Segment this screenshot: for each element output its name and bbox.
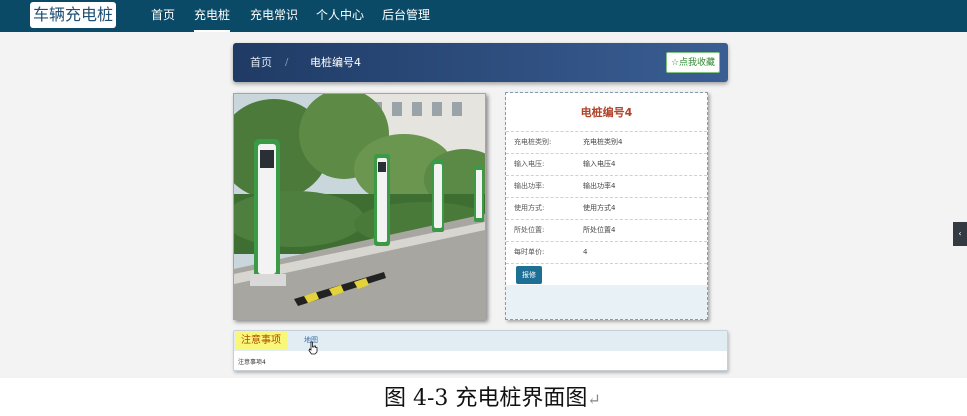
detail-value: 输入电压4 — [583, 160, 616, 168]
detail-row-hourly-price: 每时单价: 4 — [506, 241, 707, 263]
favorite-button[interactable]: ☆点我收藏 — [666, 52, 720, 73]
caption-return-mark: ↵ — [587, 390, 601, 409]
detail-header: 电桩编号4 — [506, 93, 707, 131]
detail-row-output-power: 输出功率: 输出功率4 — [506, 175, 707, 197]
nav-item-charging-tips[interactable]: 充电常识 — [250, 0, 298, 32]
site-logo[interactable]: 车辆充电桩 — [30, 2, 116, 28]
notice-panel: 注意事项 地图 注意事项4 — [233, 330, 728, 371]
detail-value: 充电桩类别4 — [583, 138, 623, 146]
notice-content: 注意事项4 — [238, 359, 266, 366]
detail-actions: 报修 — [506, 263, 707, 285]
hand-cursor-icon — [308, 341, 318, 355]
detail-row-location: 所处位置: 所处位置4 — [506, 219, 707, 241]
nav-item-charging-piles[interactable]: 充电桩 — [194, 0, 231, 32]
nav-item-admin[interactable]: 后台管理 — [382, 0, 430, 32]
side-collapse-handle[interactable]: ‹ — [953, 222, 967, 246]
figure-caption: 图 4-3 充电桩界面图↵ — [384, 380, 601, 412]
detail-value: 4 — [583, 248, 588, 256]
caption-text: 图 4-3 充电桩界面图 — [384, 386, 588, 411]
detail-row-usage: 使用方式: 使用方式4 — [506, 197, 707, 219]
detail-row-input-voltage: 输入电压: 输入电压4 — [506, 153, 707, 175]
top-navbar: 车辆充电桩 首页 充电桩 充电常识 个人中心 后台管理 — [0, 0, 967, 32]
tab-notice[interactable]: 注意事项 — [235, 332, 287, 350]
charging-pile-detail-panel: 电桩编号4 充电桩类别: 充电桩类别4 输入电压: 输入电压4 输出功率: 输出… — [505, 92, 708, 320]
detail-label: 使用方式: — [514, 204, 545, 212]
breadcrumb-separator: / — [285, 57, 289, 68]
nav-item-home[interactable]: 首页 — [151, 0, 175, 32]
detail-value: 输出功率4 — [583, 182, 616, 190]
detail-label: 输出功率: — [514, 182, 545, 190]
detail-value: 所处位置4 — [583, 226, 616, 234]
detail-title: 电桩编号4 — [580, 106, 633, 119]
detail-label: 输入电压: — [514, 160, 545, 168]
report-repair-button[interactable]: 报修 — [516, 266, 542, 284]
breadcrumb-home-link[interactable]: 首页 — [250, 43, 272, 82]
detail-label: 充电桩类别: — [514, 138, 552, 146]
detail-row-category: 充电桩类别: 充电桩类别4 — [506, 131, 707, 153]
detail-label: 每时单价: — [514, 248, 545, 256]
breadcrumb-current: 电桩编号4 — [310, 56, 361, 69]
nav-item-user-center[interactable]: 个人中心 — [316, 0, 364, 32]
detail-label: 所处位置: — [514, 226, 545, 234]
detail-value: 使用方式4 — [583, 204, 616, 212]
notice-tabs: 注意事项 地图 — [234, 331, 727, 355]
breadcrumb: 首页 / 电桩编号4 ☆点我收藏 — [233, 43, 728, 82]
charging-pile-photo — [233, 93, 486, 320]
